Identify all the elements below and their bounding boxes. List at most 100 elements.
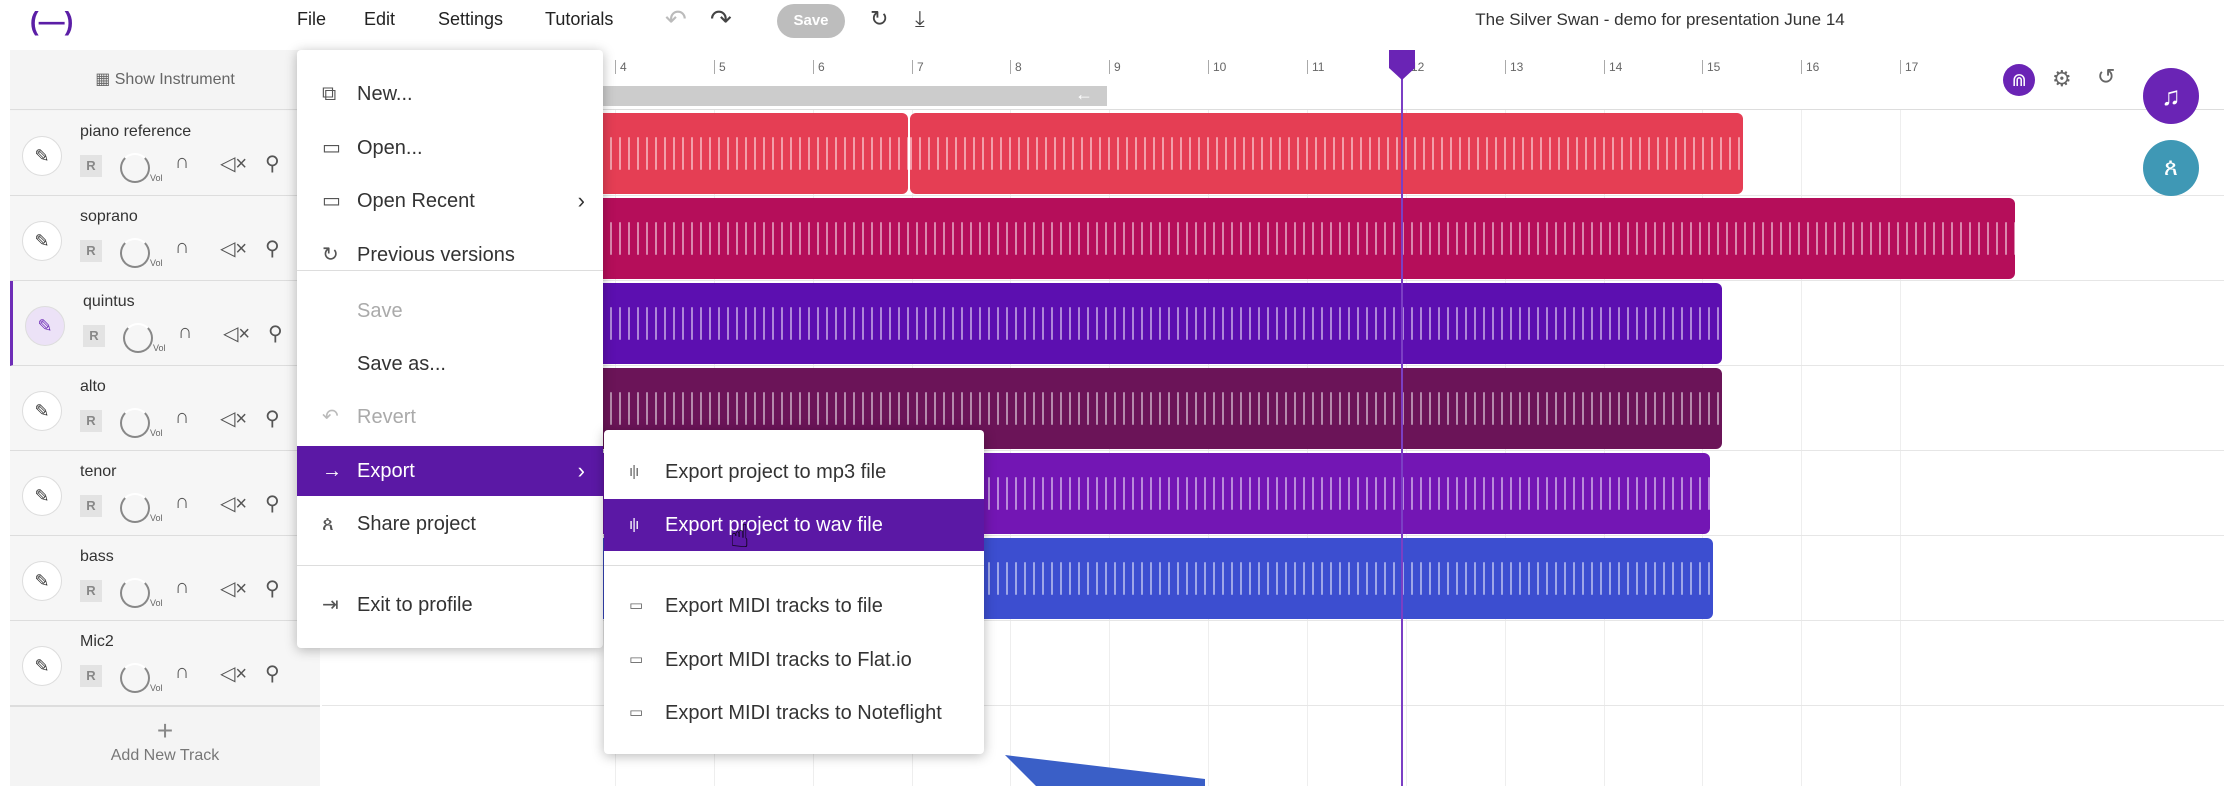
export-wav-item[interactable]: ı|ı Export project to wav file — [604, 499, 984, 551]
track-name[interactable]: alto — [80, 378, 106, 396]
track-name[interactable]: bass — [80, 548, 114, 566]
app-logo[interactable]: (—) — [30, 6, 73, 37]
collaborators-icon[interactable]: ጰ — [2143, 140, 2199, 196]
menu-item-open-recent[interactable]: ▭ Open Recent › — [297, 176, 603, 226]
instrument-icon[interactable]: ✎ — [22, 561, 62, 601]
mute-icon[interactable]: ◁× — [220, 236, 247, 261]
mute-icon[interactable]: ◁× — [220, 491, 247, 516]
track-header[interactable]: ✎ soprano R Vol ∩ ◁× ⚲ — [10, 196, 320, 281]
volume-knob[interactable] — [120, 408, 150, 438]
instrument-icon[interactable]: ✎ — [25, 306, 65, 346]
gear-icon[interactable]: ⚙ — [2052, 66, 2072, 92]
menu-item-save-label: Save — [357, 300, 403, 322]
menu-item-share[interactable]: ጰ Share project — [297, 499, 603, 549]
track-header[interactable]: ✎ Mic2 R Vol ∩ ◁× ⚲ — [10, 621, 320, 706]
download-icon[interactable]: ⤓ — [915, 6, 925, 32]
instrument-icon[interactable]: ✎ — [22, 391, 62, 431]
track-header[interactable]: ✎ tenor R Vol ∩ ◁× ⚲ — [10, 451, 320, 536]
export-midi-flat-item[interactable]: ▭ Export MIDI tracks to Flat.io — [604, 634, 984, 686]
effects-icon[interactable]: ⚲ — [265, 151, 280, 176]
menu-item-new[interactable]: ⧉ New... — [297, 69, 603, 119]
volume-knob[interactable] — [120, 153, 150, 183]
record-button[interactable]: R — [80, 155, 102, 177]
track-header[interactable]: ✎ piano reference R Vol ∩ ◁× ⚲ — [10, 111, 320, 196]
music-note-icon[interactable]: ♫ — [2143, 68, 2199, 124]
save-button[interactable]: Save — [777, 4, 845, 38]
track-header[interactable]: ✎ bass R Vol ∩ ◁× ⚲ — [10, 536, 320, 621]
track-name[interactable]: tenor — [80, 463, 116, 481]
undo-icon[interactable]: ↶ — [665, 4, 687, 35]
export-midi-file-item[interactable]: ▭ Export MIDI tracks to file — [604, 580, 984, 632]
redo-icon[interactable]: ↷ — [710, 4, 732, 35]
record-button[interactable]: R — [80, 410, 102, 432]
headphones-icon[interactable]: ∩ — [175, 406, 189, 429]
record-button[interactable]: R — [83, 325, 105, 347]
track-name[interactable]: Mic2 — [80, 633, 114, 651]
add-track-button[interactable]: + Add New Track — [10, 706, 320, 786]
waveform — [910, 137, 1743, 170]
record-button[interactable]: R — [80, 495, 102, 517]
headphones-icon[interactable]: ∩ — [175, 151, 189, 174]
menu-item-previous-versions[interactable]: ↻ Previous versions — [297, 230, 603, 280]
track-header[interactable]: ✎ quintus R Vol ∩ ◁× ⚲ — [10, 281, 320, 366]
menu-tutorials[interactable]: Tutorials — [545, 9, 613, 30]
effects-icon[interactable]: ⚲ — [265, 236, 280, 261]
submenu-divider — [604, 565, 984, 566]
menu-item-open-recent-label: Open Recent — [357, 190, 475, 212]
effects-icon[interactable]: ⚲ — [265, 661, 280, 686]
effects-icon[interactable]: ⚲ — [265, 576, 280, 601]
track-name[interactable]: soprano — [80, 208, 138, 226]
project-title[interactable]: The Silver Swan - demo for presentation … — [1300, 10, 2020, 30]
track-name[interactable]: quintus — [83, 293, 135, 311]
share-users-icon: ጰ — [322, 513, 334, 535]
record-button[interactable]: R — [80, 580, 102, 602]
headphones-icon[interactable]: ∩ — [175, 491, 189, 514]
record-button[interactable]: R — [80, 665, 102, 687]
instrument-icon[interactable]: ✎ — [22, 136, 62, 176]
menu-edit[interactable]: Edit — [364, 9, 395, 30]
waveform-icon: ı|ı — [629, 516, 639, 533]
mute-icon[interactable]: ◁× — [220, 406, 247, 431]
volume-knob[interactable] — [120, 663, 150, 693]
volume-knob[interactable] — [123, 323, 153, 353]
mute-icon[interactable]: ◁× — [220, 151, 247, 176]
mute-icon[interactable]: ◁× — [223, 321, 250, 346]
export-midi-noteflight-item[interactable]: ▭ Export MIDI tracks to Noteflight — [604, 687, 984, 739]
menu-item-previous-versions-label: Previous versions — [357, 244, 515, 266]
volume-knob[interactable] — [120, 578, 150, 608]
headphones-icon[interactable]: ∩ — [175, 661, 189, 684]
audio-clip[interactable] — [910, 113, 1743, 194]
menu-file[interactable]: File — [297, 9, 326, 30]
headphones-icon[interactable]: ∩ — [175, 236, 189, 259]
volume-label: Vol — [153, 343, 166, 353]
effects-icon[interactable]: ⚲ — [268, 321, 283, 346]
menu-item-save-as[interactable]: Save as... — [297, 339, 603, 389]
headphones-icon[interactable]: ∩ — [175, 576, 189, 599]
volume-knob[interactable] — [120, 238, 150, 268]
mute-icon[interactable]: ◁× — [220, 661, 247, 686]
instrument-icon[interactable]: ✎ — [22, 476, 62, 516]
effects-icon[interactable]: ⚲ — [265, 406, 280, 431]
ruler-tick: 8 — [1010, 60, 1022, 74]
headphones-icon[interactable]: ∩ — [178, 321, 192, 344]
ruler-tick: 7 — [912, 60, 924, 74]
add-track-label: Add New Track — [110, 747, 220, 764]
mute-icon[interactable]: ◁× — [220, 576, 247, 601]
show-instrument-button[interactable]: ▦ Show Instrument — [10, 50, 320, 110]
instrument-icon[interactable]: ✎ — [22, 221, 62, 261]
menu-item-exit[interactable]: ⇥ Exit to profile — [297, 580, 603, 630]
loop-icon[interactable]: ↺ — [2097, 64, 2115, 90]
menu-settings[interactable]: Settings — [438, 9, 503, 30]
record-button[interactable]: R — [80, 240, 102, 262]
effects-icon[interactable]: ⚲ — [265, 491, 280, 516]
metronome-icon[interactable]: ⋒ — [2003, 64, 2035, 96]
export-mp3-item[interactable]: ı|ı Export project to mp3 file — [604, 446, 984, 498]
chevron-right-icon: › — [577, 458, 585, 483]
menu-item-export[interactable]: → Export › — [297, 446, 603, 496]
track-header[interactable]: ✎ alto R Vol ∩ ◁× ⚲ — [10, 366, 320, 451]
refresh-icon[interactable]: ↻ — [870, 6, 888, 32]
menu-item-open[interactable]: ▭ Open... — [297, 123, 603, 173]
track-name[interactable]: piano reference — [80, 123, 191, 141]
volume-knob[interactable] — [120, 493, 150, 523]
instrument-icon[interactable]: ✎ — [22, 646, 62, 686]
